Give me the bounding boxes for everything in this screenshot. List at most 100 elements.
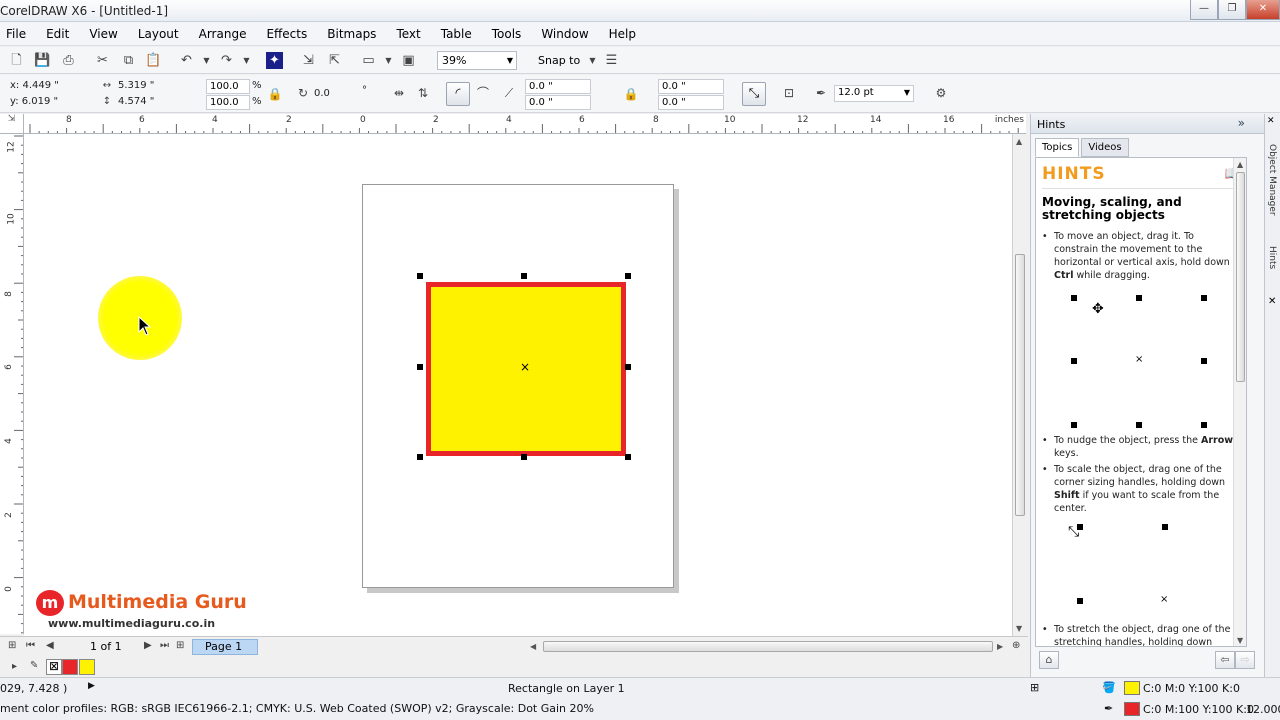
page-tab[interactable]: Page 1 [192, 639, 258, 655]
search-content-icon[interactable]: ✦ [266, 52, 283, 69]
tab-videos[interactable]: Videos [1081, 138, 1129, 157]
height-field[interactable]: 4.574 " [118, 96, 154, 107]
copy-icon[interactable]: ⧉ [120, 52, 137, 69]
ruler-origin[interactable]: ⇲ [0, 114, 24, 134]
menu-arrange[interactable]: Arrange [199, 27, 247, 41]
horizontal-scrollbar[interactable]: ◀ ▶ [527, 640, 1010, 654]
round-corner-button[interactable]: ◜ [446, 82, 470, 106]
relative-corner-scaling-button[interactable]: ⤡ [742, 82, 766, 106]
color-profiles-info[interactable]: ment color profiles: RGB: sRGB IEC61966-… [0, 702, 594, 715]
add-page-icon[interactable]: ⊞ [176, 640, 184, 651]
mirror-vertical-icon[interactable]: ⇅ [414, 84, 432, 102]
color-swatch-red[interactable] [62, 659, 78, 675]
export-icon[interactable]: ⇱ [326, 52, 343, 69]
import-icon[interactable]: ⇲ [300, 52, 317, 69]
application-launcher-icon[interactable]: ▭ [360, 52, 377, 69]
selection-handle[interactable] [625, 364, 631, 370]
menu-edit[interactable]: Edit [46, 27, 69, 41]
hints-scrollbar[interactable]: ▲ ▼ [1233, 158, 1246, 646]
undo-dropdown-icon[interactable]: ▼ [198, 52, 215, 69]
wrap-text-icon[interactable]: ⊡ [780, 84, 798, 102]
x-position-field[interactable]: x: 4.449 " [10, 80, 59, 91]
scale-height-field[interactable]: 100.0 [206, 95, 250, 110]
snap-to-label[interactable]: Snap to [538, 54, 580, 67]
save-icon[interactable]: 💾 [34, 52, 51, 69]
minimize-button[interactable]: — [1190, 0, 1218, 20]
scroll-down-icon[interactable]: ▼ [1237, 636, 1243, 645]
hints-scroll-thumb[interactable] [1236, 172, 1245, 382]
menu-table[interactable]: Table [441, 27, 472, 41]
launcher-dropdown-icon[interactable]: ▼ [380, 52, 397, 69]
corner-radius-bottom-right-field[interactable]: 0.0 " [658, 95, 724, 110]
selection-handle[interactable] [417, 454, 423, 460]
selection-handle[interactable] [521, 454, 527, 460]
scale-width-field[interactable]: 100.0 [206, 79, 250, 94]
chamfered-corner-icon[interactable]: ⟋ [500, 84, 518, 102]
selection-handle[interactable] [521, 273, 527, 279]
fill-color-indicator[interactable] [1124, 681, 1140, 695]
convert-to-curves-icon[interactable]: ⚙ [932, 84, 950, 102]
zoom-navigator-icon[interactable]: ⊕ [1012, 640, 1020, 651]
close-tab-icon[interactable]: ✕ [1268, 296, 1276, 307]
cut-icon[interactable]: ✂ [94, 52, 111, 69]
mirror-horizontal-icon[interactable]: ⇹ [390, 84, 408, 102]
scroll-down-icon[interactable]: ▼ [1016, 624, 1022, 633]
drawing-canvas[interactable]: × m Multimedia Guru www.multimediaguru.c… [24, 134, 1012, 636]
selection-handle[interactable] [417, 364, 423, 370]
redo-icon[interactable]: ↷ [218, 52, 235, 69]
first-page-icon[interactable]: ⏮ [26, 640, 35, 651]
palette-flyout-icon[interactable]: ▸ [12, 661, 17, 672]
width-field[interactable]: 5.319 " [118, 80, 154, 91]
rotation-center-marker[interactable]: × [520, 360, 530, 374]
scroll-up-icon[interactable]: ▲ [1016, 137, 1022, 146]
selection-handle[interactable] [625, 454, 631, 460]
menu-effects[interactable]: Effects [266, 27, 307, 41]
selection-handle[interactable] [417, 273, 423, 279]
menu-help[interactable]: Help [609, 27, 636, 41]
collapse-docker-icon[interactable]: » [1238, 116, 1245, 130]
corner-radius-bottom-left-field[interactable]: 0.0 " [525, 95, 591, 110]
lock-ratio-icon[interactable]: 🔒 [266, 85, 284, 103]
menu-tools[interactable]: Tools [492, 27, 522, 41]
scroll-left-icon[interactable]: ◀ [530, 642, 536, 651]
last-page-icon[interactable]: ⏭ [160, 640, 169, 651]
tab-object-manager[interactable]: Object Manager [1267, 144, 1277, 216]
vertical-scroll-thumb[interactable] [1015, 254, 1025, 516]
zoom-level-select[interactable]: 39% ▼ [437, 51, 517, 70]
rotation-field[interactable]: 0.0 [314, 88, 330, 99]
y-position-field[interactable]: y: 6.019 " [10, 96, 58, 107]
back-button[interactable]: ⇦ [1215, 651, 1235, 669]
vertical-scrollbar[interactable]: ▲ ▼ [1012, 134, 1027, 636]
menu-text[interactable]: Text [396, 27, 420, 41]
snap-to-dropdown-icon[interactable]: ▼ [584, 52, 601, 69]
outline-width-select[interactable]: 12.0 pt ▼ [834, 85, 914, 102]
welcome-screen-icon[interactable]: ▣ [400, 52, 417, 69]
play-icon[interactable]: ▶ [88, 681, 95, 691]
menu-view[interactable]: View [89, 27, 117, 41]
previous-page-icon[interactable]: ◀ [46, 640, 54, 651]
print-icon[interactable]: ⎙ [60, 52, 77, 69]
new-document-icon[interactable]: 🗋 [8, 52, 25, 69]
corner-radius-top-left-field[interactable]: 0.0 " [525, 79, 591, 94]
menu-bitmaps[interactable]: Bitmaps [327, 27, 376, 41]
home-button[interactable]: ⌂ [1039, 651, 1059, 669]
corner-radius-top-right-field[interactable]: 0.0 " [658, 79, 724, 94]
page-settings-icon[interactable]: ⊞ [8, 640, 16, 651]
eyedropper-icon[interactable]: ✎ [30, 660, 38, 671]
close-docker-icon[interactable]: ✕ [1267, 116, 1275, 126]
color-swatch-yellow[interactable] [79, 659, 95, 675]
menu-window[interactable]: Window [541, 27, 588, 41]
vertical-ruler[interactable]: 12 10 8 6 4 2 0 [0, 134, 24, 634]
lock-corners-icon[interactable]: 🔒 [622, 85, 640, 103]
redo-dropdown-icon[interactable]: ▼ [238, 52, 255, 69]
menu-layout[interactable]: Layout [138, 27, 179, 41]
options-icon[interactable]: ☰ [603, 52, 620, 69]
scroll-right-icon[interactable]: ▶ [997, 642, 1003, 651]
selection-handle[interactable] [625, 273, 631, 279]
tab-hints[interactable]: Hints [1267, 246, 1277, 269]
restore-button[interactable]: ❐ [1218, 0, 1246, 20]
tab-topics[interactable]: Topics [1035, 138, 1080, 157]
document-info-icon[interactable]: ⊞ [1030, 681, 1039, 694]
next-page-icon[interactable]: ▶ [144, 640, 152, 651]
outline-color-indicator[interactable] [1124, 702, 1140, 716]
